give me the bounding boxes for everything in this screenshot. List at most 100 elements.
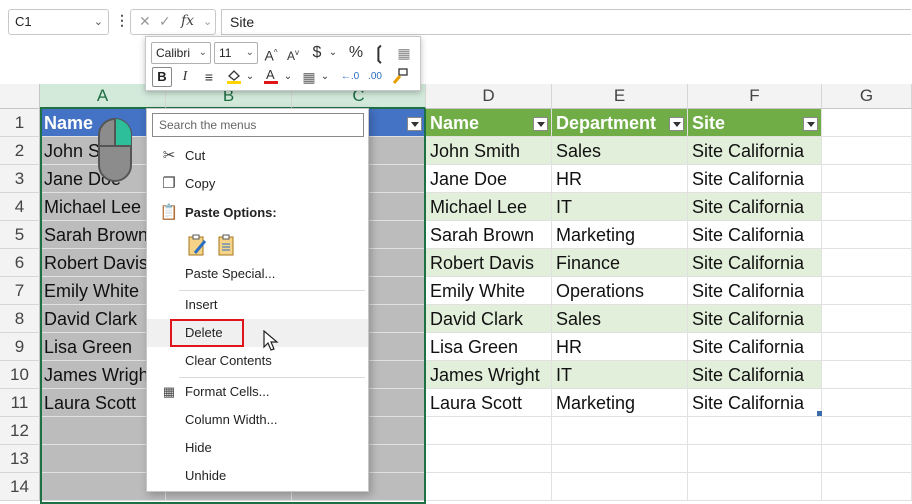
chevron-down-icon[interactable]: ⌄ <box>245 67 255 87</box>
menu-item-copy[interactable]: ❐ Copy <box>147 170 368 198</box>
cell-g8[interactable] <box>822 305 912 333</box>
format-painter-icon[interactable] <box>390 67 410 90</box>
cell-f6[interactable]: Site California <box>688 249 822 277</box>
italic-icon[interactable]: I <box>176 67 194 87</box>
expand-icon[interactable]: ⌄ <box>203 15 212 28</box>
chevron-down-icon[interactable]: ⌄ <box>283 67 293 87</box>
cell-e8[interactable]: Sales <box>552 305 688 333</box>
row-header-6[interactable]: 6 <box>0 249 40 277</box>
row-header-12[interactable]: 12 <box>0 417 40 445</box>
cell-e1[interactable]: Department <box>552 109 688 137</box>
cell-e3[interactable]: HR <box>552 165 688 193</box>
search-menus-input[interactable]: Search the menus <box>152 113 364 137</box>
cell-f1[interactable]: Site <box>688 109 822 137</box>
cell-e10[interactable]: IT <box>552 361 688 389</box>
cell-g5[interactable] <box>822 221 912 249</box>
percent-style-icon[interactable]: % <box>346 43 366 63</box>
cell-f5[interactable]: Site California <box>688 221 822 249</box>
paste-formatting-icon[interactable] <box>185 233 209 257</box>
cell-g11[interactable] <box>822 389 912 417</box>
cell-f14[interactable] <box>688 473 822 501</box>
fill-color-icon[interactable] <box>224 67 244 90</box>
cell-e12[interactable] <box>552 417 688 445</box>
cell-d9[interactable]: Lisa Green <box>426 333 552 361</box>
decrease-font-icon[interactable]: Av <box>284 43 302 66</box>
row-header-1[interactable]: 1 <box>0 109 40 137</box>
menu-item-delete[interactable]: Delete <box>147 319 368 347</box>
row-header-2[interactable]: 2 <box>0 137 40 165</box>
paste-icon[interactable] <box>215 233 239 257</box>
cell-d6[interactable]: Robert Davis <box>426 249 552 277</box>
menu-item-cut[interactable]: ✂ Cut <box>147 142 368 170</box>
filter-dropdown-icon[interactable] <box>803 117 818 131</box>
more-options-icon[interactable]: ⋮ <box>115 12 129 29</box>
select-all-corner[interactable] <box>0 84 40 109</box>
cell-f4[interactable]: Site California <box>688 193 822 221</box>
borders-icon[interactable]: ▦ <box>300 67 318 87</box>
font-name-select[interactable]: Calibri ⌄ <box>151 42 211 64</box>
menu-item-insert[interactable]: Insert <box>147 291 368 319</box>
cell-g13[interactable] <box>822 445 912 473</box>
cell-d8[interactable]: David Clark <box>426 305 552 333</box>
cell-f3[interactable]: Site California <box>688 165 822 193</box>
menu-item-clear-contents[interactable]: Clear Contents <box>147 347 368 375</box>
cell-g2[interactable] <box>822 137 912 165</box>
cell-d5[interactable]: Sarah Brown <box>426 221 552 249</box>
row-header-10[interactable]: 10 <box>0 361 40 389</box>
insert-function-icon[interactable]: fx <box>181 13 194 29</box>
filter-dropdown-icon[interactable] <box>407 117 422 131</box>
cell-d14[interactable] <box>426 473 552 501</box>
row-header-3[interactable]: 3 <box>0 165 40 193</box>
filter-dropdown-icon[interactable] <box>669 117 684 131</box>
name-box[interactable]: C1 ⌄ <box>8 9 109 35</box>
menu-item-unhide[interactable]: Unhide <box>147 462 368 490</box>
cell-f13[interactable] <box>688 445 822 473</box>
menu-item-paste-special[interactable]: Paste Special... <box>147 260 368 288</box>
row-header-14[interactable]: 14 <box>0 473 40 501</box>
cell-e13[interactable] <box>552 445 688 473</box>
cell-f7[interactable]: Site California <box>688 277 822 305</box>
bold-button[interactable]: B <box>152 67 172 87</box>
chevron-down-icon[interactable]: ⌄ <box>320 67 330 87</box>
cell-e5[interactable]: Marketing <box>552 221 688 249</box>
font-size-select[interactable]: 11 ⌄ <box>214 42 258 64</box>
cell-d12[interactable] <box>426 417 552 445</box>
formula-input[interactable]: Site <box>221 9 911 35</box>
increase-font-icon[interactable]: A^ <box>262 43 280 66</box>
cell-f8[interactable]: Site California <box>688 305 822 333</box>
cell-e7[interactable]: Operations <box>552 277 688 305</box>
menu-item-hide[interactable]: Hide <box>147 434 368 462</box>
cell-g12[interactable] <box>822 417 912 445</box>
font-color-icon[interactable]: A <box>262 67 280 90</box>
cell-d10[interactable]: James Wright <box>426 361 552 389</box>
cell-f11[interactable]: Site California <box>688 389 822 417</box>
table-resize-handle[interactable] <box>817 411 822 416</box>
cell-e11[interactable]: Marketing <box>552 389 688 417</box>
column-header-f[interactable]: F <box>688 84 822 109</box>
decrease-decimal-icon[interactable]: .00 <box>364 67 386 87</box>
cell-f10[interactable]: Site California <box>688 361 822 389</box>
row-header-8[interactable]: 8 <box>0 305 40 333</box>
chevron-down-icon[interactable]: ⌄ <box>94 10 103 34</box>
row-header-7[interactable]: 7 <box>0 277 40 305</box>
filter-dropdown-icon[interactable] <box>533 117 548 131</box>
increase-decimal-icon[interactable]: ←.0 <box>340 67 360 87</box>
cell-e14[interactable] <box>552 473 688 501</box>
cell-g10[interactable] <box>822 361 912 389</box>
cell-f9[interactable]: Site California <box>688 333 822 361</box>
cell-g4[interactable] <box>822 193 912 221</box>
cell-g1[interactable] <box>822 109 912 137</box>
cell-d1[interactable]: Name <box>426 109 552 137</box>
row-header-4[interactable]: 4 <box>0 193 40 221</box>
cell-e4[interactable]: IT <box>552 193 688 221</box>
row-header-13[interactable]: 13 <box>0 445 40 473</box>
cell-d2[interactable]: John Smith <box>426 137 552 165</box>
menu-item-format-cells[interactable]: ▦ Format Cells... <box>147 378 368 406</box>
cell-d4[interactable]: Michael Lee <box>426 193 552 221</box>
row-header-5[interactable]: 5 <box>0 221 40 249</box>
cell-g3[interactable] <box>822 165 912 193</box>
cell-g6[interactable] <box>822 249 912 277</box>
cell-d13[interactable] <box>426 445 552 473</box>
column-header-d[interactable]: D <box>426 84 552 109</box>
cell-d11[interactable]: Laura Scott <box>426 389 552 417</box>
